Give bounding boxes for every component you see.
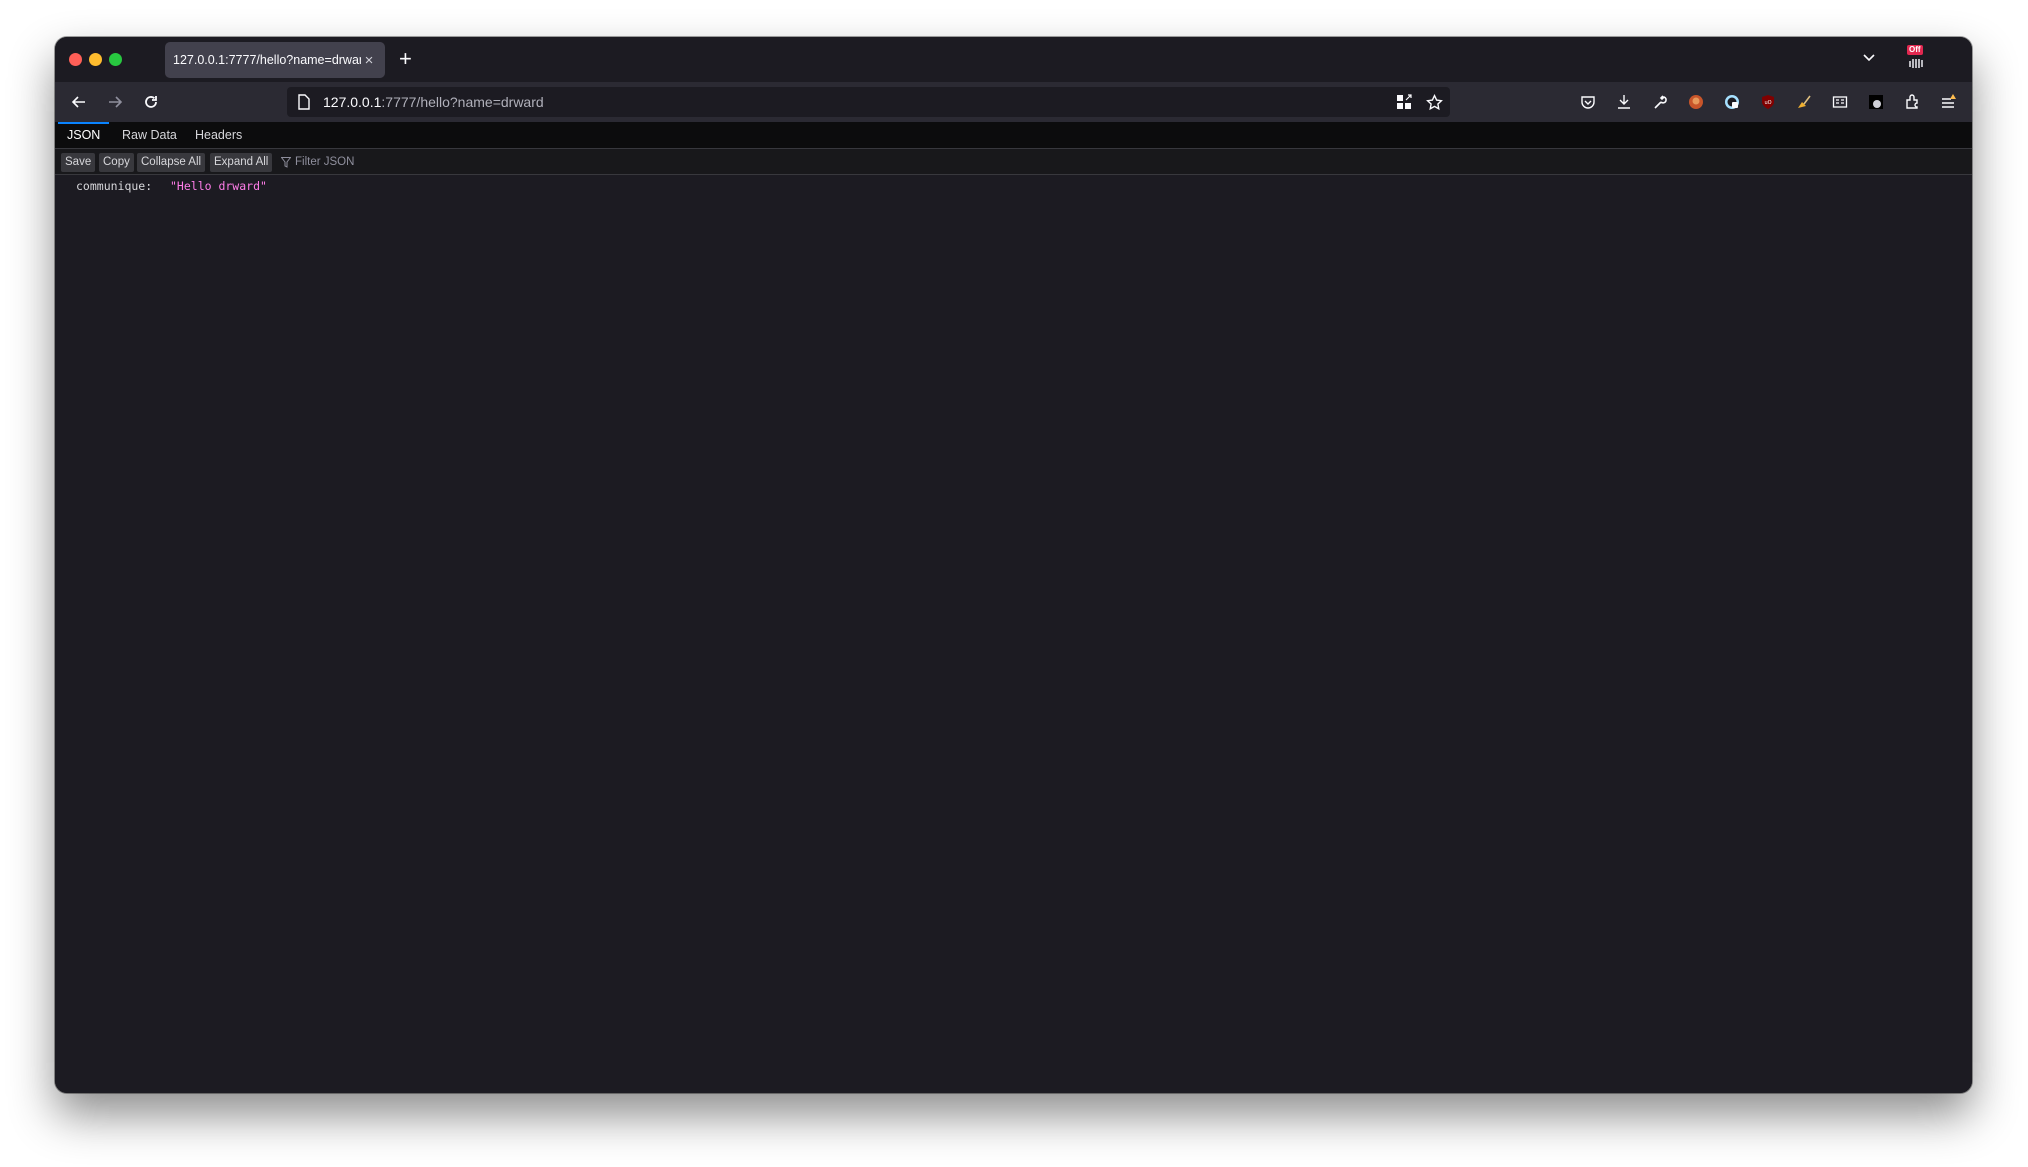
json-content: communique: "Hello drward" — [55, 175, 1972, 1093]
filter-icon — [281, 157, 291, 168]
close-tab-icon[interactable]: × — [361, 52, 377, 69]
dark-mode-icon[interactable] — [1864, 90, 1888, 114]
arrow-left-icon — [71, 96, 85, 108]
pocket-icon[interactable] — [1576, 90, 1600, 114]
navigation-toolbar: 127.0.0.1:7777/hello?name=drward uO — [55, 82, 1972, 122]
close-window-button[interactable] — [69, 53, 82, 66]
tab-raw-data[interactable]: Raw Data — [113, 122, 186, 148]
download-icon[interactable] — [1612, 90, 1636, 114]
filter-json-input[interactable]: Filter JSON — [281, 153, 354, 172]
back-button[interactable] — [67, 90, 91, 114]
filter-placeholder: Filter JSON — [295, 156, 355, 168]
svg-text:uO: uO — [1764, 100, 1771, 106]
off-badge: Off — [1907, 45, 1923, 55]
menu-icon[interactable] — [1936, 90, 1960, 114]
wrench-icon[interactable] — [1648, 90, 1672, 114]
save-button[interactable]: Save — [61, 153, 96, 172]
expand-all-button[interactable]: Expand All — [210, 153, 273, 172]
tab-title: 127.0.0.1:7777/hello?name=drward — [173, 53, 361, 67]
new-tab-button[interactable]: + — [399, 45, 412, 73]
json-value: "Hello drward" — [170, 179, 267, 193]
qr-code-icon[interactable] — [1392, 90, 1416, 114]
extension-avatar-icon[interactable] — [1684, 90, 1708, 114]
tab-headers[interactable]: Headers — [186, 122, 251, 148]
browser-window: 127.0.0.1:7777/hello?name=drward × + Off… — [55, 37, 1972, 1093]
collapse-all-button[interactable]: Collapse All — [137, 153, 206, 172]
browser-tab[interactable]: 127.0.0.1:7777/hello?name=drward × — [165, 42, 385, 78]
page-icon — [298, 94, 310, 110]
forward-button[interactable] — [103, 90, 127, 114]
reader-icon[interactable] — [1828, 90, 1852, 114]
ublock-icon[interactable]: uO — [1756, 90, 1780, 114]
reload-icon — [145, 96, 157, 108]
tab-json[interactable]: JSON — [58, 122, 110, 148]
copy-button[interactable]: Copy — [99, 153, 134, 172]
json-row[interactable]: communique: "Hello drward" — [76, 179, 267, 193]
json-key: communique: — [76, 179, 153, 193]
url-text: 127.0.0.1:7777/hello?name=drward — [323, 94, 544, 110]
extensions-icon[interactable] — [1900, 90, 1924, 114]
arrow-right-icon — [109, 96, 123, 108]
json-viewer-tabs: JSON Raw Data Headers — [55, 122, 1972, 149]
zoom-window-button[interactable] — [109, 53, 122, 66]
reload-button[interactable] — [139, 90, 163, 114]
minimize-window-button[interactable] — [89, 53, 102, 66]
json-viewer-toolbar: Save Copy Collapse All Expand All Filter… — [55, 149, 1972, 175]
extension-off-button[interactable]: Off — [1903, 45, 1931, 73]
bookmark-star-icon[interactable] — [1422, 90, 1446, 114]
tab-strip: 127.0.0.1:7777/hello?name=drward × + Off — [55, 37, 1972, 82]
url-bar[interactable]: 127.0.0.1:7777/hello?name=drward — [287, 87, 1450, 117]
vpn-lock-icon[interactable] — [1720, 90, 1744, 114]
chevron-down-icon[interactable] — [1861, 49, 1877, 65]
broom-icon[interactable] — [1792, 90, 1816, 114]
